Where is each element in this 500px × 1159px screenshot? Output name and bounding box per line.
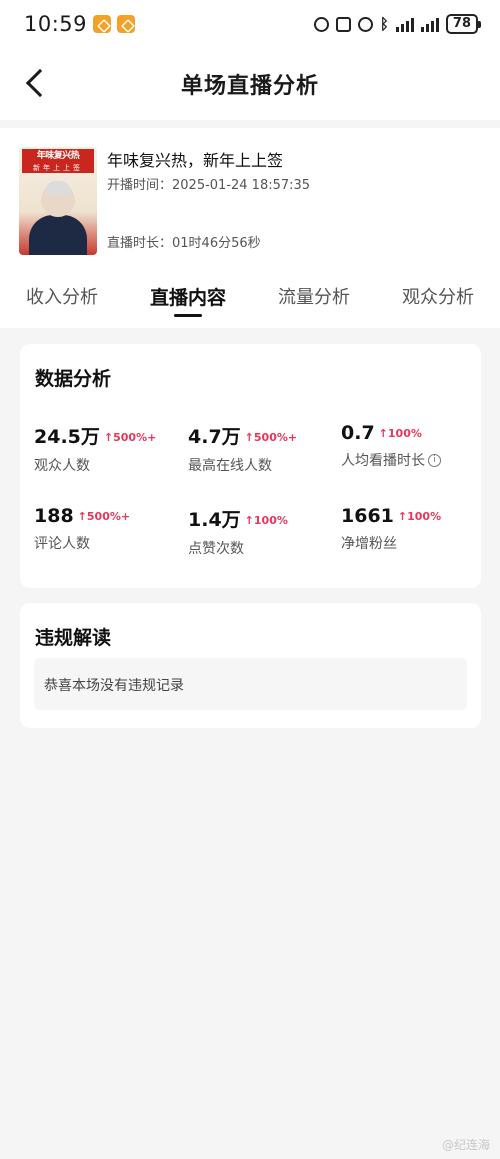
nav-bar: 单场直播分析 bbox=[0, 48, 500, 120]
tab-live-content[interactable]: 直播内容 bbox=[150, 278, 226, 317]
status-right: ᛒ 78 bbox=[313, 14, 482, 34]
metric-label: 观众人数 bbox=[34, 458, 90, 474]
status-bar: 10:59 ᛒ 78 bbox=[0, 0, 500, 48]
back-arrow-icon[interactable] bbox=[25, 68, 55, 98]
metric-label: 评论人数 bbox=[34, 536, 90, 552]
metric-label: 点赞次数 bbox=[188, 541, 244, 557]
app-notification-icon bbox=[117, 15, 136, 33]
violation-heading: 违规解读 bbox=[35, 627, 112, 649]
tab-income-analysis[interactable]: 收入分析 bbox=[26, 278, 98, 309]
alarm-icon bbox=[357, 16, 373, 32]
metric-change: ↑100% bbox=[397, 510, 442, 523]
metric-change: ↑100% bbox=[244, 514, 288, 527]
metric-change: ↑500%+ bbox=[77, 510, 131, 523]
stream-title: 年味复兴热，新年上上签 bbox=[107, 151, 284, 170]
metric-value: 0.7 bbox=[341, 422, 375, 444]
stream-start-time: 开播时间：2025-01-24 18:57:35 bbox=[107, 178, 311, 193]
violation-message: 恭喜本场没有违规记录 bbox=[34, 658, 467, 710]
cover-host-body bbox=[29, 215, 87, 255]
metric-commenters: 188 ↑500%+ 评论人数 bbox=[34, 505, 184, 553]
metric-value: 188 bbox=[34, 505, 74, 527]
battery-indicator: 78 bbox=[445, 14, 482, 34]
status-time: 10:59 bbox=[24, 12, 88, 36]
info-icon[interactable]: i bbox=[428, 453, 441, 467]
signal-icon bbox=[395, 16, 414, 32]
data-analysis-heading: 数据分析 bbox=[35, 368, 112, 390]
metric-label: 净增粉丝 bbox=[341, 536, 397, 552]
tab-traffic-analysis[interactable]: 流量分析 bbox=[278, 278, 350, 309]
tab-audience-analysis[interactable]: 观众分析 bbox=[402, 278, 474, 309]
metric-label: 最高在线人数 bbox=[188, 458, 272, 474]
cover-title: 年味复兴热 bbox=[22, 149, 94, 163]
metric-peak-online: 4.7万 ↑500%+ 最高在线人数 bbox=[188, 422, 338, 475]
data-analysis-card: 数据分析 24.5万 ↑500%+ 观众人数 4.7万 ↑500%+ 最高在线人数 … bbox=[20, 344, 481, 588]
cover-host-head bbox=[41, 181, 75, 217]
stream-info-section: 年味复兴热 新年上上签 年味复兴热，新年上上签 开播时间：2025-01-24 … bbox=[0, 128, 500, 328]
metric-avg-watch-time: 0.7 ↑100% 人均看播时长 i bbox=[341, 422, 491, 470]
violation-card: 违规解读 恭喜本场没有违规记录 bbox=[20, 603, 481, 728]
metric-likes: 1.4万 ↑100% 点赞次数 bbox=[188, 505, 338, 558]
watermark: @纪连海 bbox=[441, 1138, 490, 1152]
metric-value: 1.4万 bbox=[188, 509, 241, 531]
signal-icon bbox=[420, 16, 439, 32]
metric-change: ↑500%+ bbox=[244, 431, 298, 444]
tab-bar: 收入分析 直播内容 流量分析 观众分析 bbox=[0, 278, 500, 328]
metric-net-followers: 1661 ↑100% 净增粉丝 bbox=[341, 505, 491, 553]
bluetooth-icon: ᛒ bbox=[379, 15, 389, 33]
status-left: 10:59 bbox=[24, 12, 136, 36]
stream-cover-image[interactable]: 年味复兴热 新年上上签 bbox=[19, 147, 97, 255]
metric-label: 人均看播时长 i bbox=[341, 450, 491, 470]
app-notification-icon bbox=[93, 15, 112, 33]
page-title: 单场直播分析 bbox=[180, 74, 319, 99]
cover-subtitle: 新年上上签 bbox=[22, 163, 94, 173]
nfc-icon bbox=[313, 16, 329, 32]
stream-duration: 直播时长：01时46分56秒 bbox=[107, 236, 261, 251]
metric-value: 24.5万 bbox=[34, 426, 100, 448]
metric-value: 4.7万 bbox=[188, 426, 241, 448]
metric-change: ↑100% bbox=[378, 427, 422, 440]
metric-viewers: 24.5万 ↑500%+ 观众人数 bbox=[34, 422, 184, 475]
metric-value: 1661 bbox=[341, 505, 394, 527]
nfc-icon bbox=[335, 16, 351, 32]
metric-change: ↑500%+ bbox=[103, 431, 157, 444]
